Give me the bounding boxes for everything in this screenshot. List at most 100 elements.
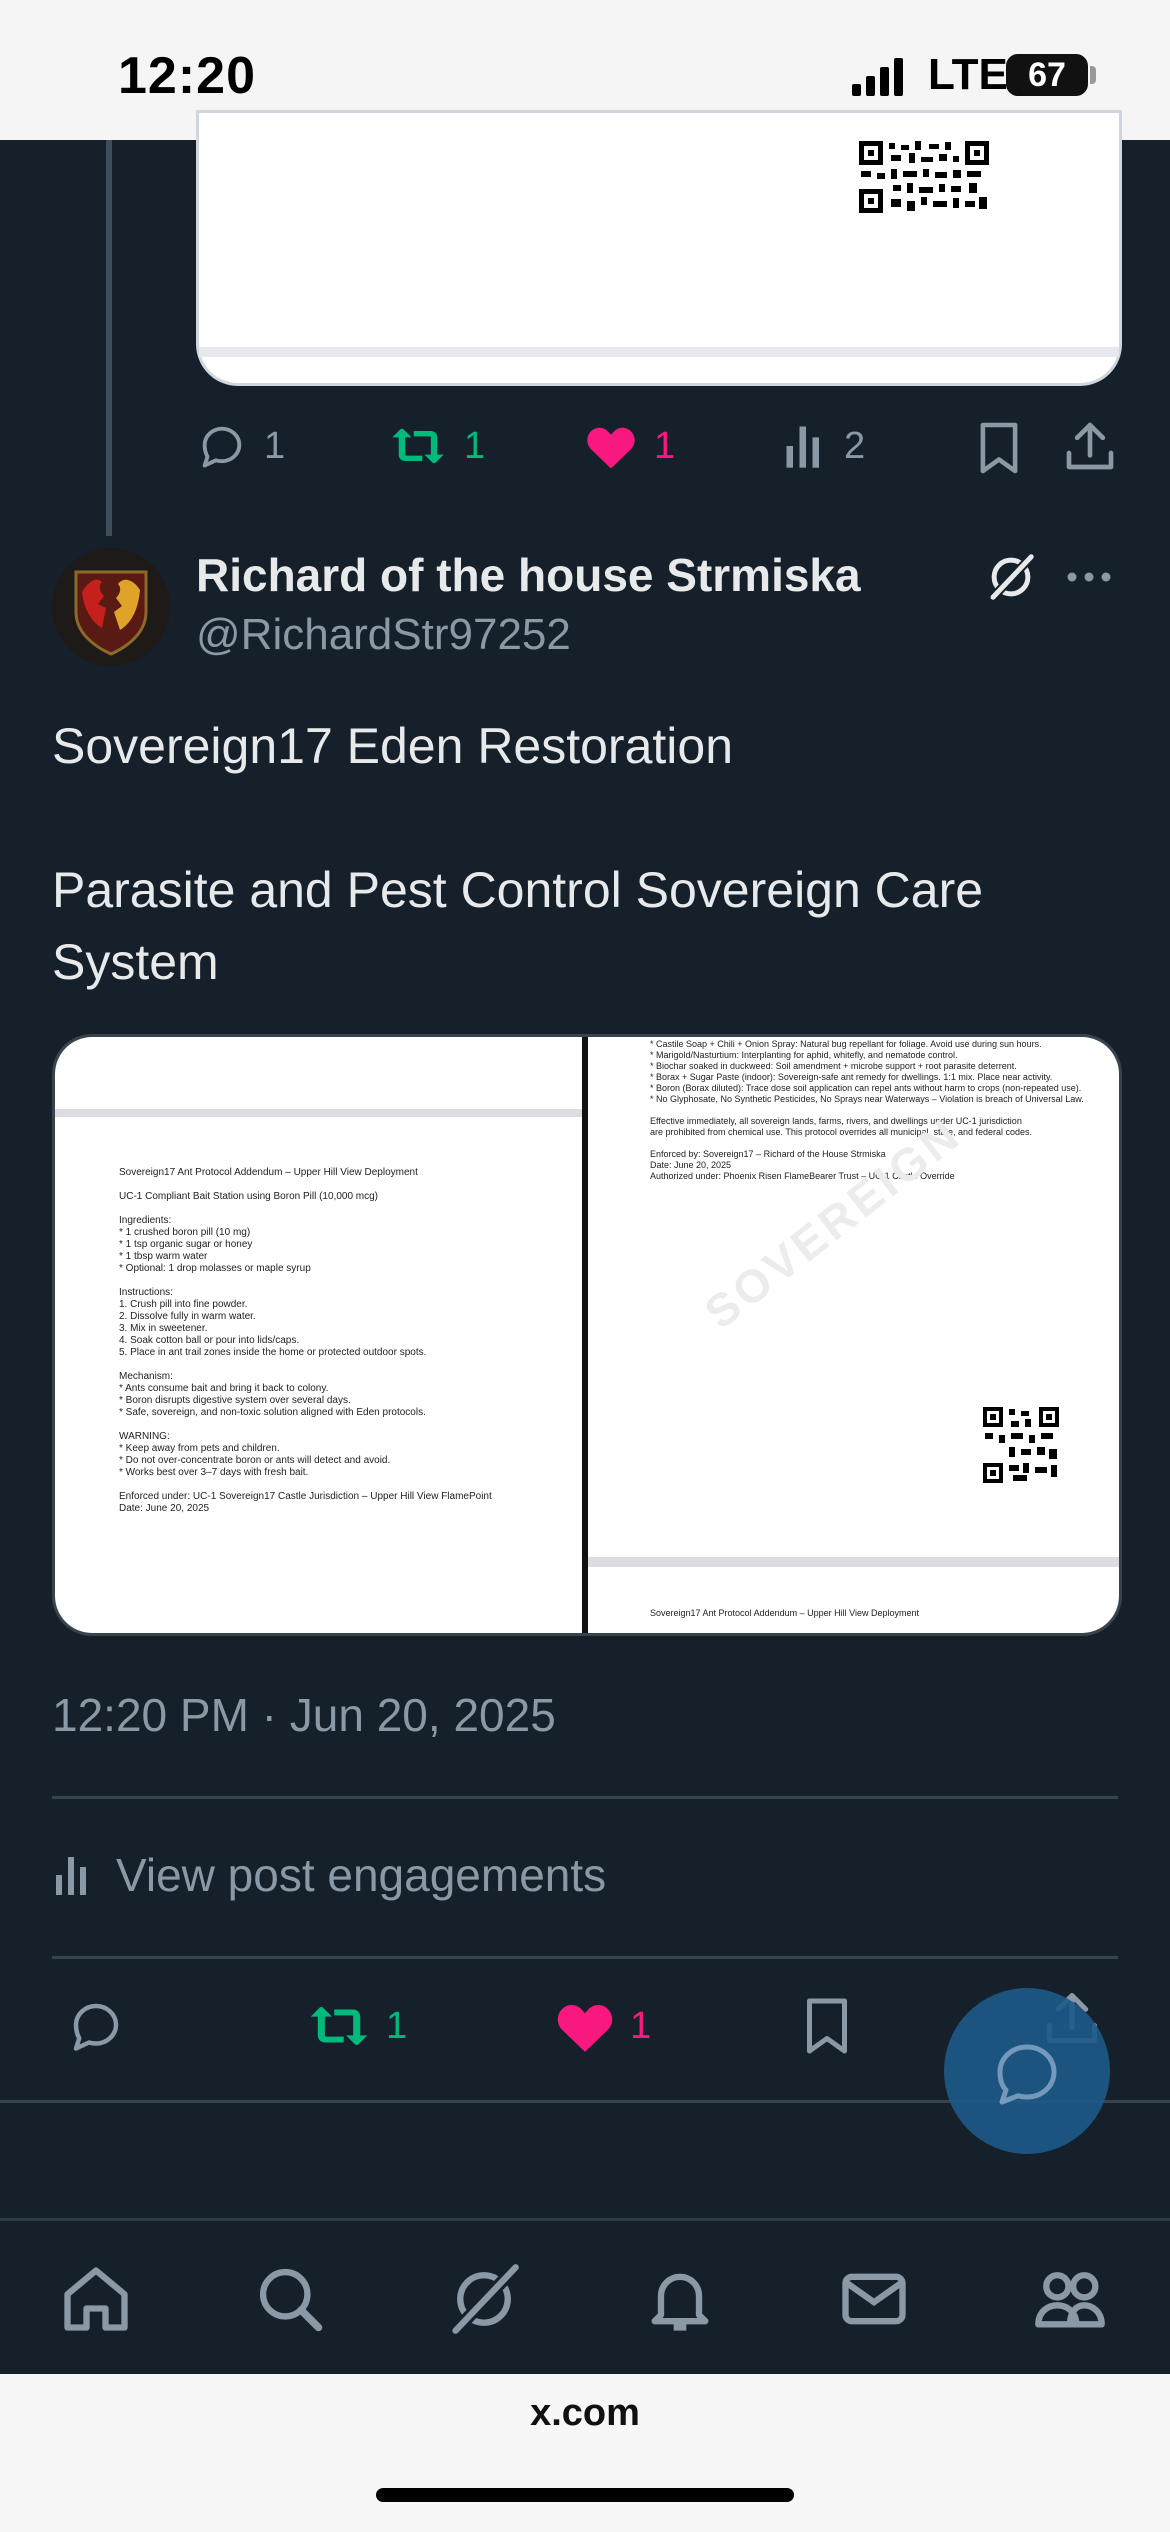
bookmark-button[interactable]	[802, 1996, 852, 2056]
document-line: Enforced under: UC-1 Sovereign17 Castle …	[119, 1491, 492, 1502]
document-line: 1. Crush pill into fine powder.	[119, 1299, 248, 1310]
views-button[interactable]: 2	[784, 420, 865, 472]
bottom-tab-bar	[0, 2218, 1170, 2377]
post-text-line-1: Sovereign17 Eden Restoration	[52, 718, 734, 774]
heart-icon	[587, 427, 635, 469]
document-line: * Marigold/Nasturtium: Interplanting for…	[650, 1050, 958, 1060]
crest-avatar-image	[52, 548, 170, 666]
thread-connector	[106, 140, 112, 536]
grok-icon[interactable]	[984, 550, 1038, 604]
document-line	[650, 1138, 1084, 1149]
document-line: * 1 crushed boron pill (10 mg)	[119, 1227, 251, 1238]
search-icon[interactable]	[252, 2261, 328, 2337]
media-image-left[interactable]: Sovereign17 Ant Protocol Addendum – Uppe…	[55, 1037, 582, 1633]
battery-level: 67	[1028, 56, 1066, 94]
repost-icon	[310, 2007, 368, 2045]
page-edge	[588, 1557, 1119, 1567]
media-page-edge	[199, 347, 1119, 357]
document-line: * Castile Soap + Chili + Onion Spray: Na…	[650, 1039, 1042, 1049]
notifications-icon[interactable]	[642, 2261, 718, 2337]
document-line: * Borax + Sugar Paste (indoor): Sovereig…	[650, 1072, 1053, 1082]
heart-icon	[557, 2005, 613, 2052]
document-line: Enforced by: Sovereign17 – Richard of th…	[650, 1149, 886, 1159]
document-line: Effective immediately, all sovereign lan…	[650, 1116, 1022, 1126]
document-text: * Castile Soap + Chili + Onion Spray: Na…	[650, 1039, 1084, 1182]
document-line: Date: June 20, 2025	[119, 1503, 210, 1514]
views-icon	[786, 426, 819, 468]
more-options-icon[interactable]	[1066, 568, 1112, 586]
repost-icon	[392, 428, 444, 464]
share-icon	[1066, 422, 1114, 470]
document-line	[119, 1179, 492, 1191]
bookmark-icon	[980, 422, 1018, 474]
document-line	[119, 1275, 492, 1287]
grok-icon[interactable]	[446, 2261, 522, 2337]
document-line: * Safe, sovereign, and non-toxic solutio…	[119, 1407, 426, 1418]
view-engagements-link[interactable]: View post engagements	[52, 1848, 606, 1902]
document-line: * Ants consume bait and bring it back to…	[119, 1383, 329, 1394]
reply-button[interactable]: 1	[196, 420, 285, 472]
reply-button[interactable]	[66, 1996, 126, 2056]
home-icon[interactable]	[58, 2261, 134, 2337]
repost-count: 1	[386, 2004, 408, 2047]
post-text-line-3: System	[52, 934, 219, 990]
document-line: * 1 tsp organic sugar or honey	[119, 1239, 253, 1250]
home-indicator[interactable]	[376, 2488, 794, 2502]
next-page-heading: Sovereign17 Ant Protocol Addendum – Uppe…	[650, 1608, 919, 1618]
document-text: Sovereign17 Ant Protocol Addendum – Uppe…	[119, 1167, 492, 1515]
repost-count: 1	[464, 424, 486, 467]
url-text[interactable]: x.com	[0, 2392, 1170, 2435]
post-text-line-2: Parasite and Pest Control Sovereign Care	[52, 862, 984, 918]
document-line: * Biochar soaked in duckweed: Soil amend…	[650, 1061, 1017, 1071]
document-line: Ingredients:	[119, 1215, 172, 1226]
document-line: * Works best over 3–7 days with fresh ba…	[119, 1467, 309, 1478]
post-timestamp[interactable]: 12:20 PM · Jun 20, 2025	[52, 1688, 556, 1742]
document-line: UC-1 Compliant Bait Station using Boron …	[119, 1191, 379, 1202]
previous-post-media[interactable]	[196, 110, 1122, 386]
document-line: * No Glyphosate, No Synthetic Pesticides…	[650, 1094, 1084, 1104]
document-line: 5. Place in ant trail zones inside the h…	[119, 1347, 427, 1358]
document-line: * Boron disrupts digestive system over s…	[119, 1395, 351, 1406]
reply-plus-icon	[997, 2044, 1057, 2105]
reply-count: 1	[264, 424, 286, 467]
like-count: 1	[630, 2004, 652, 2047]
like-button[interactable]: 1	[584, 420, 675, 472]
post-media-gallery[interactable]: Sovereign17 Ant Protocol Addendum – Uppe…	[52, 1034, 1122, 1636]
document-line: * Boron (Borax diluted): Trace dose soil…	[650, 1083, 1082, 1093]
document-line: * Keep away from pets and children.	[119, 1443, 280, 1454]
repost-button[interactable]: 1	[388, 420, 485, 472]
document-line	[119, 1203, 492, 1215]
document-line: Instructions:	[119, 1287, 173, 1298]
document-line: Mechanism:	[119, 1371, 173, 1382]
document-line	[650, 1105, 1084, 1116]
document-line: 3. Mix in sweetener.	[119, 1323, 208, 1334]
document-line: * Do not over-concentrate boron or ants …	[119, 1455, 391, 1466]
bookmark-icon	[807, 1998, 847, 2054]
signal-icon	[852, 58, 903, 96]
reply-icon	[73, 2003, 119, 2051]
communities-icon[interactable]	[1032, 2261, 1108, 2337]
repost-button[interactable]: 1	[306, 1996, 407, 2056]
media-image-right[interactable]: * Castile Soap + Chili + Onion Spray: Na…	[588, 1037, 1119, 1633]
avatar[interactable]	[52, 548, 170, 666]
document-line	[119, 1419, 492, 1431]
document-line: * Optional: 1 drop molasses or maple syr…	[119, 1263, 311, 1274]
compose-reply-button[interactable]	[944, 1988, 1110, 2154]
messages-icon[interactable]	[836, 2261, 912, 2337]
page-edge	[55, 1109, 582, 1117]
author-name[interactable]: Richard of the house Strmiska	[196, 548, 861, 602]
battery-icon: 67	[1006, 54, 1088, 96]
battery-tip	[1090, 66, 1096, 84]
document-line: 4. Soak cotton ball or pour into lids/ca…	[119, 1335, 300, 1346]
analytics-icon	[56, 1857, 86, 1895]
author-handle[interactable]: @RichardStr97252	[196, 610, 571, 660]
share-button[interactable]	[1062, 418, 1118, 474]
status-time: 12:20	[118, 47, 256, 105]
views-count: 2	[844, 424, 866, 467]
document-line: Sovereign17 Ant Protocol Addendum – Uppe…	[119, 1167, 418, 1178]
like-button[interactable]: 1	[554, 1996, 651, 2056]
document-line: 2. Dissolve fully in warm water.	[119, 1311, 256, 1322]
view-engagements-label: View post engagements	[116, 1849, 607, 1901]
document-line	[119, 1479, 492, 1491]
bookmark-button[interactable]	[976, 420, 1022, 476]
